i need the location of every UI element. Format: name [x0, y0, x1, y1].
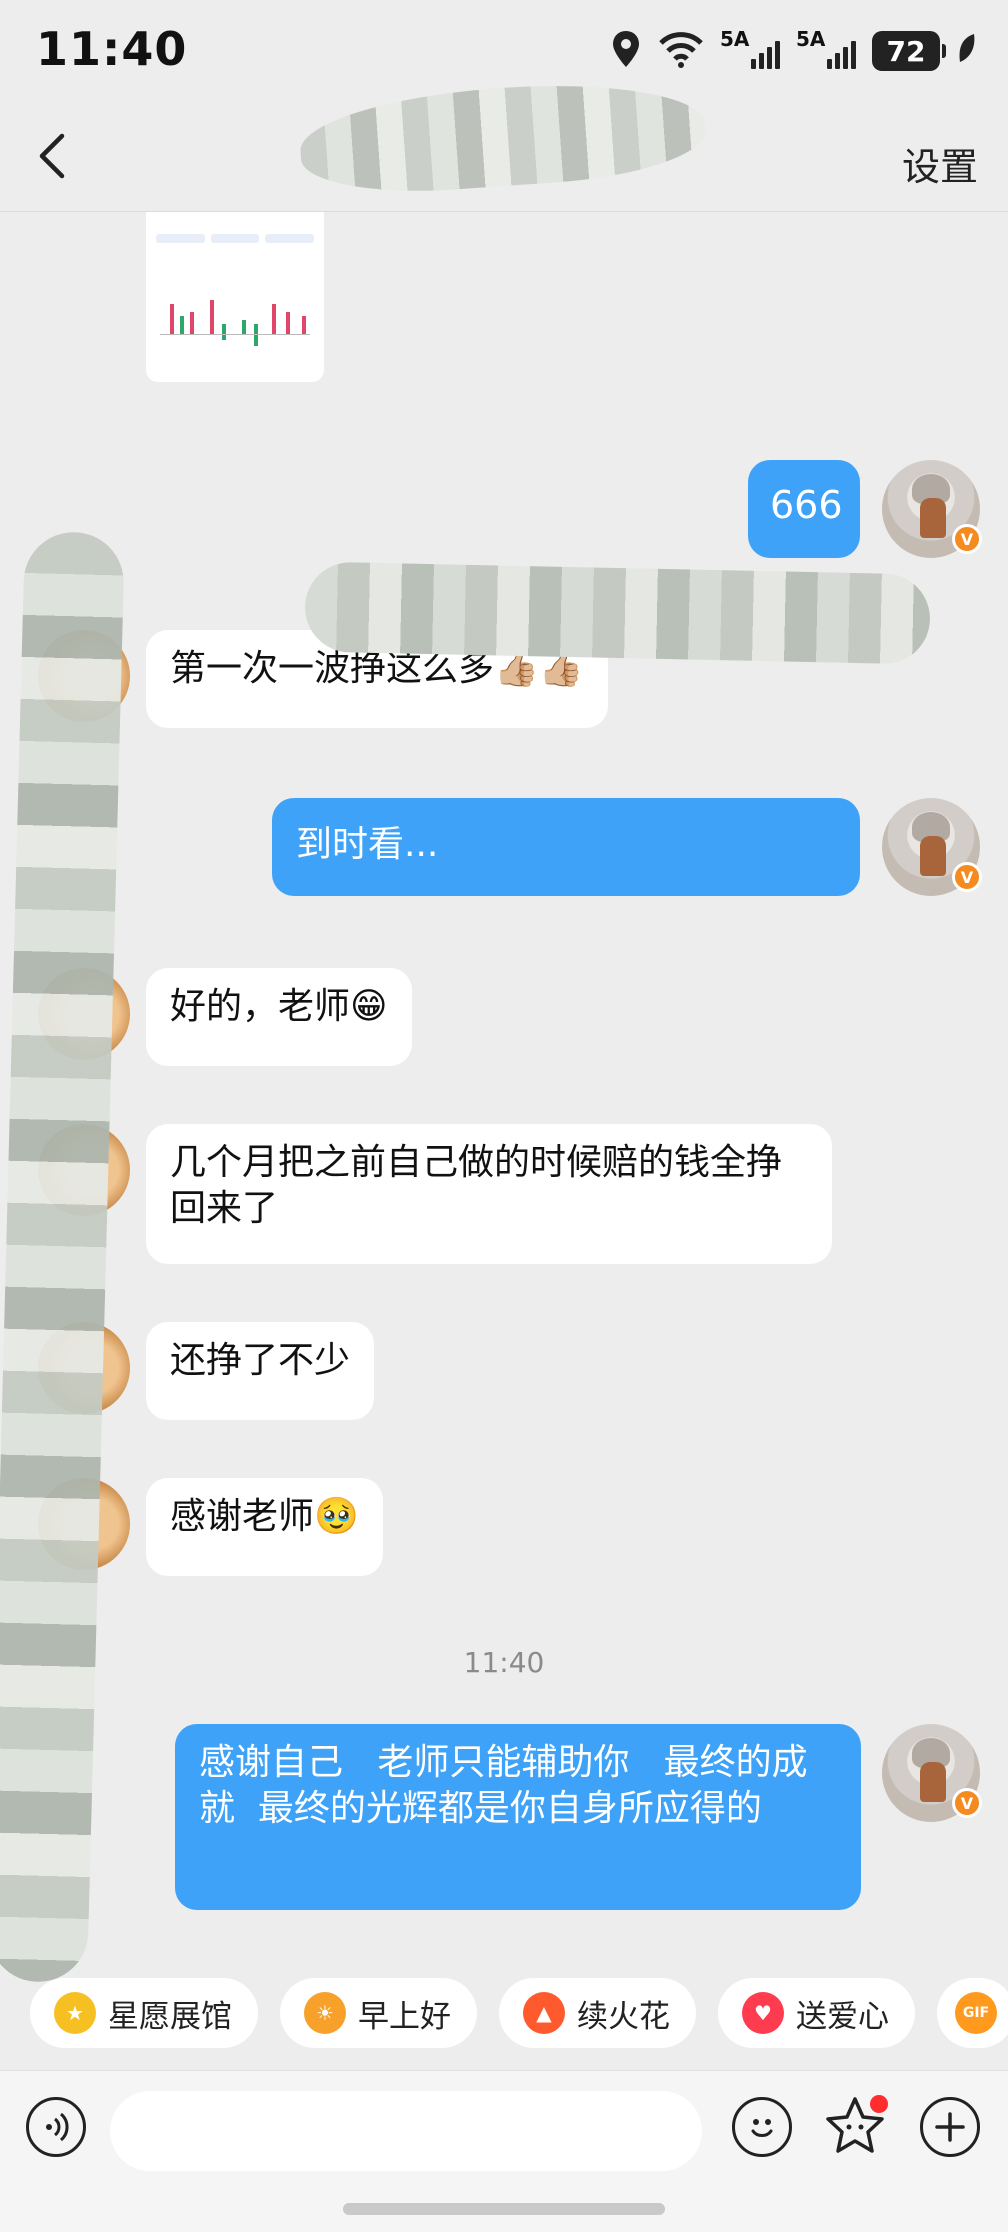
- plus-circle-icon: [935, 2112, 965, 2142]
- message-bubble-out[interactable]: 到时看...: [272, 798, 860, 896]
- status-bar: 11:40 5A 5A 72: [0, 0, 1008, 100]
- avatar[interactable]: V: [882, 460, 982, 558]
- home-indicator[interactable]: [343, 2203, 665, 2215]
- gif-icon: GIF: [955, 1992, 997, 2034]
- verified-badge-icon: V: [952, 524, 982, 554]
- leaf-icon: [956, 32, 978, 70]
- redacted-blur: [0, 530, 125, 1984]
- status-time: 11:40: [36, 22, 188, 76]
- wifi-icon: [658, 29, 704, 73]
- message-bubble-in[interactable]: 好的，老师😁: [146, 968, 412, 1066]
- message-bubble-out[interactable]: 666: [748, 460, 860, 558]
- signal-icon-2: 5A: [796, 29, 856, 73]
- chip-label: 送爱心: [796, 1998, 889, 2035]
- voice-button[interactable]: [26, 2097, 86, 2157]
- emoji-button[interactable]: [732, 2097, 792, 2157]
- message-bubble-in[interactable]: 感谢老师🥹: [146, 1478, 383, 1576]
- signal-label-1: 5A: [720, 27, 750, 51]
- sticker-button[interactable]: [824, 2095, 888, 2157]
- chip-gif[interactable]: GIF: [937, 1978, 1008, 2048]
- verified-badge-icon: V: [952, 1788, 982, 1818]
- chat-timestamp: 11:40: [463, 1646, 545, 1679]
- sun-face-icon: ☀: [304, 1992, 346, 2034]
- signal-label-2: 5A: [796, 27, 826, 51]
- chip-good-morning[interactable]: ☀ 早上好: [280, 1978, 477, 2048]
- star-icon: ★: [54, 1992, 96, 2034]
- location-icon: [610, 29, 642, 73]
- message-input[interactable]: [110, 2091, 702, 2171]
- chip-streak[interactable]: ▲ 续火花: [499, 1978, 696, 2048]
- settings-button[interactable]: 设置: [902, 136, 978, 191]
- message-bubble-out[interactable]: 感谢自己 老师只能辅助你 最终的成就 最终的光辉都是你自身所应得的: [175, 1724, 861, 1910]
- quick-action-chips: ★ 星愿展馆 ☀ 早上好 ▲ 续火花 ♥ 送爱心 GIF: [30, 1978, 1008, 2048]
- input-bar: [0, 2070, 1008, 2232]
- notification-dot: [870, 2095, 888, 2113]
- chip-star-gallery[interactable]: ★ 星愿展馆: [30, 1978, 258, 2048]
- chip-label: 早上好: [358, 1998, 451, 2035]
- chat-area[interactable]: 666 V 第一次一波挣这么多👍🏼👍🏼 到时看... V 好的，老师😁 几个月把…: [0, 212, 1008, 1984]
- message-bubble-in[interactable]: 几个月把之前自己做的时候赔的钱全挣回来了: [146, 1124, 832, 1264]
- shared-chart-image[interactable]: [146, 212, 324, 382]
- smiley-icon: [751, 2119, 773, 2137]
- battery-icon: 72: [872, 31, 946, 71]
- avatar[interactable]: V: [882, 798, 982, 896]
- message-bubble-in[interactable]: 还挣了不少: [146, 1322, 375, 1420]
- redacted-blur: [304, 561, 931, 665]
- more-button[interactable]: [920, 2097, 980, 2157]
- voice-icon: [46, 2112, 69, 2142]
- chevron-left-icon: [39, 133, 65, 179]
- chip-label: 星愿展馆: [108, 1998, 232, 2035]
- status-icons: 5A 5A 72: [610, 26, 978, 76]
- signal-icon: 5A: [720, 29, 780, 73]
- avatar[interactable]: V: [882, 1724, 982, 1822]
- chip-label: 续火花: [577, 1998, 670, 2035]
- back-button[interactable]: [28, 130, 80, 182]
- heart-icon: ♥: [742, 1992, 784, 2034]
- verified-badge-icon: V: [952, 862, 982, 892]
- chip-send-love[interactable]: ♥ 送爱心: [718, 1978, 915, 2048]
- fire-icon: ▲: [523, 1992, 565, 2034]
